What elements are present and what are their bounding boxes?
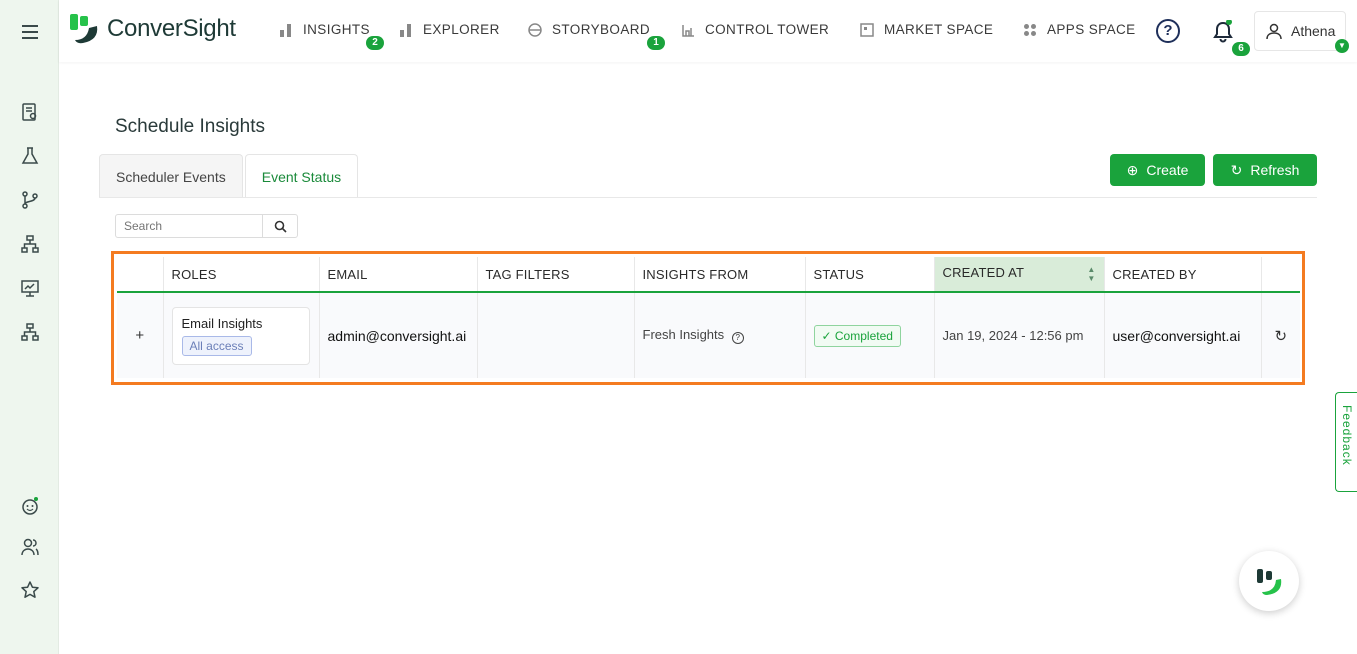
column-header-tag-filters[interactable]: TAG FILTERS xyxy=(477,257,635,293)
created-at-cell: Jan 19, 2024 - 12:56 pm xyxy=(934,292,1105,378)
storyboard-count-badge: 1 xyxy=(647,36,665,50)
search-input[interactable] xyxy=(116,215,262,237)
tag-filters-cell xyxy=(477,292,635,378)
table-header-row: ROLES EMAIL TAG FILTERS INSIGHTS FROM ST… xyxy=(117,257,1300,293)
user-name: Athena xyxy=(1291,23,1336,39)
tab-event-status[interactable]: Event Status xyxy=(244,154,359,198)
insights-from-value: Fresh Insights xyxy=(642,327,725,342)
presentation-chart-icon[interactable] xyxy=(19,277,41,299)
tab-scheduler-events[interactable]: Scheduler Events xyxy=(99,154,243,198)
insights-from-cell: Fresh Insights ? xyxy=(634,292,806,378)
nav-storyboard[interactable]: STORYBOARD xyxy=(528,22,650,37)
nav-control-tower-label: CONTROL TOWER xyxy=(705,22,830,37)
logo-text: ConverSight xyxy=(107,15,236,42)
nav-market-space[interactable]: MARKET SPACE xyxy=(860,22,993,37)
check-icon: ✓ xyxy=(821,328,835,343)
bot-face-icon[interactable] xyxy=(19,495,41,517)
branch-icon[interactable] xyxy=(19,189,41,211)
nav-explorer-label: EXPLORER xyxy=(423,22,500,37)
sitemap-icon[interactable] xyxy=(19,321,41,343)
chevron-down-icon[interactable]: ▼ xyxy=(1335,39,1349,53)
column-header-status[interactable]: STATUS xyxy=(805,257,935,293)
nav-storyboard-label: STORYBOARD xyxy=(552,22,651,37)
column-header-expand xyxy=(117,257,164,293)
help-icon[interactable]: ? xyxy=(1156,19,1180,43)
status-label: Completed xyxy=(834,328,893,343)
menu-icon[interactable] xyxy=(19,21,41,43)
event-status-table: ROLES EMAIL TAG FILTERS INSIGHTS FROM ST… xyxy=(117,257,1300,378)
create-button[interactable]: ⊕ Create xyxy=(1110,154,1205,186)
conversight-logo[interactable]: ConverSight xyxy=(67,12,236,46)
nav-apps-space-label: APPS SPACE xyxy=(1047,22,1136,37)
question-circle-icon[interactable]: ? xyxy=(731,332,744,344)
column-header-actions xyxy=(1261,257,1300,293)
palette-icon xyxy=(528,22,542,37)
create-button-label: Create xyxy=(1146,162,1189,178)
role-access-tag: All access xyxy=(181,335,252,356)
nav-apps-space[interactable]: APPS SPACE xyxy=(1023,22,1136,37)
column-header-created-at[interactable]: CREATED AT ▲ ▼ xyxy=(934,257,1105,293)
created-by-cell: user@conversight.ai xyxy=(1104,292,1262,378)
users-icon[interactable] xyxy=(19,536,41,558)
actions-cell: ↻ xyxy=(1261,292,1300,378)
conversight-logo-mark-icon xyxy=(70,14,98,44)
tower-icon xyxy=(681,23,695,37)
bar-chart-icon xyxy=(399,23,413,37)
report-search-icon[interactable] xyxy=(19,101,41,123)
sort-icon[interactable]: ▲ ▼ xyxy=(1087,265,1095,283)
role-card: Email Insights All access xyxy=(171,306,310,365)
user-icon xyxy=(1266,23,1282,40)
refresh-row-icon[interactable]: ↻ xyxy=(1274,328,1287,345)
chat-bot-icon xyxy=(1257,569,1282,595)
nav-control-tower[interactable]: CONTROL TOWER xyxy=(681,22,829,37)
market-icon xyxy=(860,22,874,37)
column-header-created-by[interactable]: CREATED BY xyxy=(1104,257,1262,293)
notification-bell-icon[interactable] xyxy=(1212,19,1234,44)
nav-explorer[interactable]: EXPLORER xyxy=(399,22,500,37)
bar-chart-icon xyxy=(279,23,293,37)
refresh-button[interactable]: ↻ Refresh xyxy=(1213,154,1317,186)
expand-row-button[interactable]: + xyxy=(117,292,164,378)
table-row: + Email Insights All access admin@conver… xyxy=(117,292,1300,378)
nav-insights-label: INSIGHTS xyxy=(303,22,370,37)
apps-grid-icon xyxy=(1023,23,1037,37)
role-name: Email Insights xyxy=(181,315,263,331)
nav-insights[interactable]: INSIGHTS xyxy=(279,22,370,37)
top-navigation-bar: ConverSight INSIGHTS 2 EXPLORER STORYBOA… xyxy=(59,0,1357,62)
search-button[interactable] xyxy=(262,215,297,237)
roles-cell: Email Insights All access xyxy=(163,292,320,378)
tab-bar: Scheduler Events Event Status xyxy=(99,154,360,198)
hierarchy-icon[interactable] xyxy=(19,233,41,255)
star-icon[interactable] xyxy=(19,579,41,601)
tabs-divider xyxy=(99,197,1317,198)
email-cell: admin@conversight.ai xyxy=(319,292,478,378)
flask-icon[interactable] xyxy=(19,145,41,167)
user-menu[interactable]: Athena xyxy=(1254,11,1346,51)
nav-market-space-label: MARKET SPACE xyxy=(884,22,994,37)
status-cell: ✓ Completed xyxy=(805,292,935,378)
search-box xyxy=(115,214,298,238)
chat-assistant-button[interactable] xyxy=(1239,551,1299,611)
feedback-tab[interactable]: Feedback xyxy=(1335,392,1357,492)
sidebar xyxy=(0,0,59,654)
feedback-label: Feedback xyxy=(1340,405,1354,466)
insights-count-badge: 2 xyxy=(366,36,384,50)
notification-count-badge: 6 xyxy=(1232,42,1250,56)
search-icon xyxy=(274,220,287,233)
column-header-email[interactable]: EMAIL xyxy=(319,257,478,293)
column-header-insights-from[interactable]: INSIGHTS FROM xyxy=(634,257,806,293)
created-at-label: CREATED AT xyxy=(942,265,1025,280)
refresh-icon: ↻ xyxy=(1230,161,1243,178)
plus-circle-icon: ⊕ xyxy=(1126,161,1139,178)
status-badge: ✓ Completed xyxy=(813,324,901,347)
column-header-roles[interactable]: ROLES xyxy=(163,257,320,293)
refresh-button-label: Refresh xyxy=(1250,162,1300,178)
page-title: Schedule Insights xyxy=(115,116,265,137)
